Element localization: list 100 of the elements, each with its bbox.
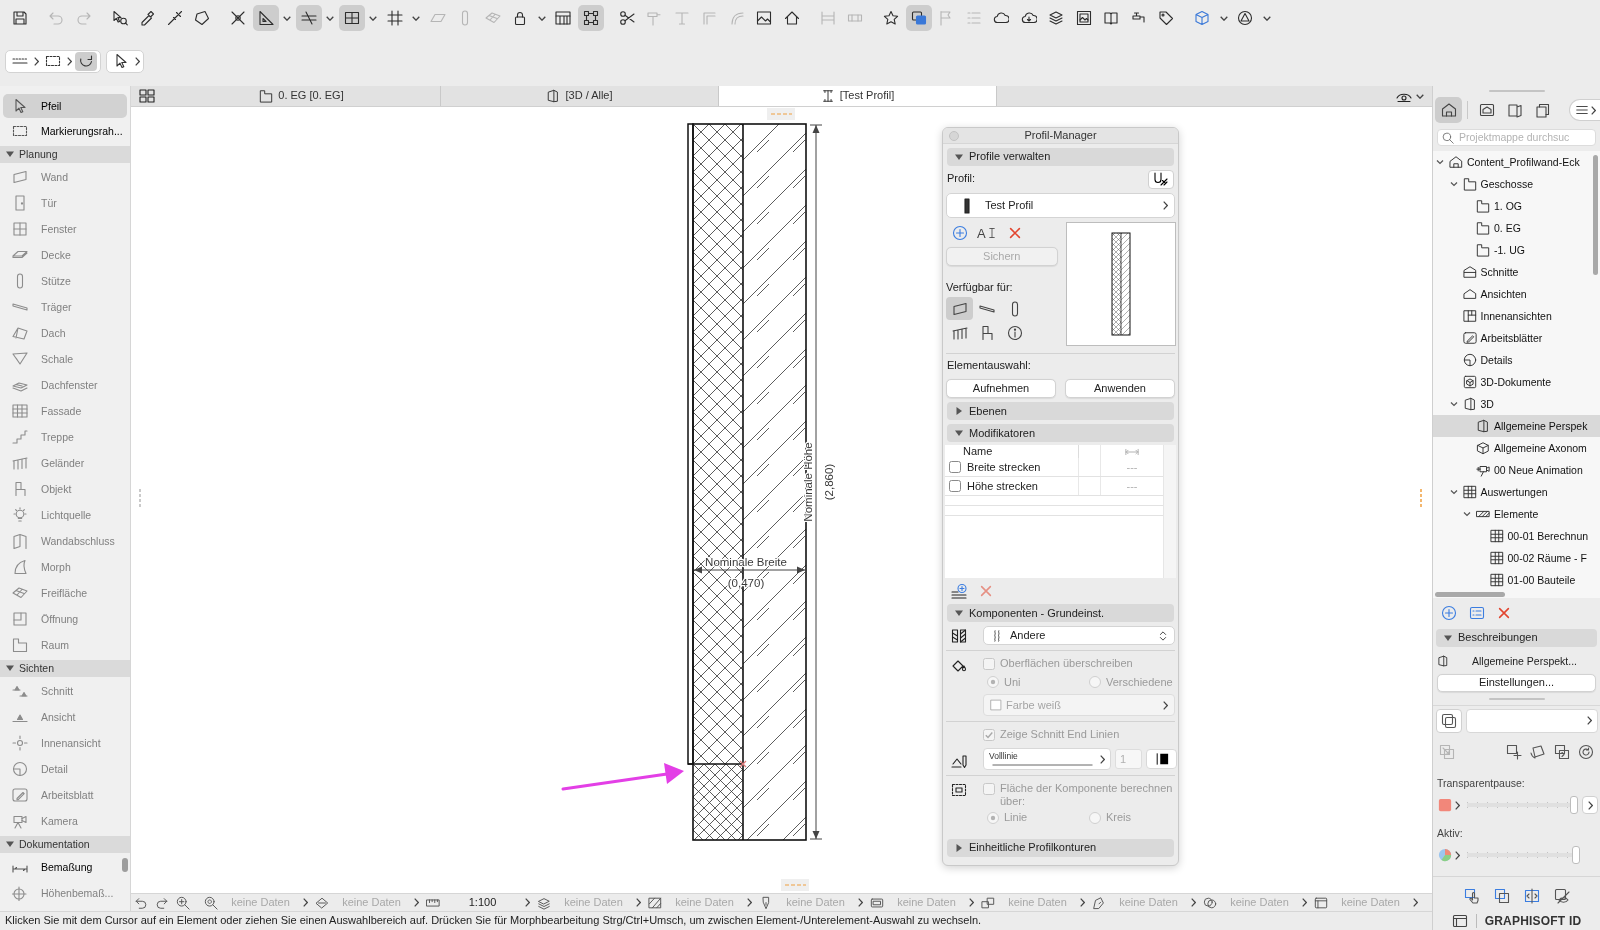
- tree-item[interactable]: Auswertungen: [1433, 481, 1600, 503]
- window-frame-icon[interactable]: [1451, 913, 1468, 929]
- triangle-down-icon[interactable]: [955, 153, 963, 161]
- pointer-magnifier-icon[interactable]: [111, 10, 128, 26]
- zoom-fit-icon[interactable]: [204, 895, 218, 910]
- caret-down-icon[interactable]: [412, 15, 420, 21]
- hand-pointer-icon[interactable]: [1463, 888, 1480, 904]
- plus-circle-icon[interactable]: [951, 225, 968, 241]
- chevron-right-icon[interactable]: [747, 898, 752, 907]
- grid-icon[interactable]: [386, 10, 403, 26]
- window-frame-icon[interactable]: [1314, 895, 1328, 910]
- tree-item[interactable]: 00-01 Berechnun: [1433, 525, 1600, 547]
- cloud-icon[interactable]: [993, 10, 1009, 26]
- zoom-in-icon[interactable]: [176, 895, 190, 910]
- tree-item[interactable]: 0. EG: [1433, 217, 1600, 239]
- chevron-right-icon[interactable]: [969, 898, 974, 907]
- redo-zoom-icon[interactable]: [155, 895, 169, 910]
- add-row-icon[interactable]: [951, 583, 967, 600]
- slider-thumb[interactable]: [1572, 846, 1580, 864]
- pick-up-button[interactable]: Aufnehmen: [946, 379, 1056, 399]
- layers-stack-icon[interactable]: [537, 895, 551, 910]
- caret-down-icon[interactable]: [1416, 93, 1424, 99]
- close-x-icon[interactable]: [1497, 606, 1511, 620]
- rename-button[interactable]: A: [976, 226, 998, 240]
- chevron-right-icon[interactable]: [858, 898, 863, 907]
- chevron-down-icon[interactable]: [1449, 488, 1458, 496]
- triangle-down-icon[interactable]: [955, 429, 963, 438]
- cube-icon[interactable]: [1194, 10, 1210, 26]
- toolbar-button[interactable]: [338, 5, 365, 31]
- lock-icon[interactable]: [512, 10, 528, 26]
- eye-slash-icon[interactable]: [1553, 888, 1570, 904]
- chevron-down-icon[interactable]: [1449, 400, 1458, 408]
- toolbar-button[interactable]: [577, 5, 604, 31]
- triangle-down-icon[interactable]: [6, 150, 14, 158]
- tree-item[interactable]: Allgemeine Axonom: [1433, 437, 1600, 459]
- tree-item[interactable]: Schnitte: [1433, 261, 1600, 283]
- triangle-down-icon[interactable]: [6, 840, 14, 848]
- tree-item[interactable]: Elemente: [1433, 503, 1600, 525]
- pen-button[interactable]: [1146, 749, 1177, 770]
- shape-pen-icon[interactable]: [1092, 895, 1106, 910]
- view-tab[interactable]: 0. EG [0. EG]: [163, 86, 441, 106]
- box-stack-icon[interactable]: [981, 895, 995, 910]
- close-x-icon[interactable]: [1007, 226, 1022, 240]
- chevron-right-icon[interactable]: [525, 898, 530, 907]
- plus-circle-icon[interactable]: [1441, 605, 1457, 621]
- resize-handle-icon[interactable]: [138, 488, 142, 510]
- section-header[interactable]: Planung: [0, 145, 130, 163]
- tree-item[interactable]: 1. OG: [1433, 195, 1600, 217]
- windows-icon[interactable]: [910, 10, 927, 26]
- chevron-down-icon[interactable]: [1436, 158, 1444, 166]
- chevron-right-icon[interactable]: [636, 898, 641, 907]
- settings-button[interactable]: Einstellungen...: [1437, 674, 1596, 692]
- section-header[interactable]: Dokumentation: [0, 835, 130, 853]
- element-type-button[interactable]: [946, 297, 973, 321]
- section-header[interactable]: Modifikatoren: [947, 424, 1174, 443]
- tree-item[interactable]: Details: [1433, 349, 1600, 371]
- circle-pair-icon[interactable]: [1203, 895, 1217, 910]
- tree-item[interactable]: 00 Neue Animation: [1433, 459, 1600, 481]
- chevron-right-icon[interactable]: [34, 56, 39, 66]
- table-box-icon[interactable]: [555, 10, 571, 26]
- tree-item[interactable]: Arbeitsblätter: [1433, 327, 1600, 349]
- layer-diamond-icon[interactable]: [315, 895, 329, 910]
- scissors-icon[interactable]: [618, 10, 635, 26]
- star-icon[interactable]: [883, 10, 899, 26]
- caret-down-icon[interactable]: [326, 15, 334, 21]
- next-button[interactable]: [1582, 796, 1598, 814]
- snap-cross-icon[interactable]: [230, 10, 246, 26]
- picture-box-icon[interactable]: [756, 10, 772, 26]
- syringe-icon[interactable]: [166, 10, 183, 26]
- section-header[interactable]: Komponenten - Grundeinst.: [947, 604, 1174, 623]
- rotate-shape-icon[interactable]: [1530, 744, 1546, 760]
- framed-picture-icon[interactable]: [1075, 10, 1092, 26]
- tool-item[interactable]: Pfeil: [3, 94, 127, 118]
- scroll-thumb[interactable]: [1435, 592, 1505, 597]
- tree-item[interactable]: -1. UG: [1433, 239, 1600, 261]
- parallel-lines-icon[interactable]: [300, 10, 317, 26]
- toolbar-button[interactable]: [252, 5, 279, 31]
- polygon-icon[interactable]: [194, 10, 210, 26]
- dash-marker-icon[interactable]: [767, 108, 795, 120]
- section-header[interactable]: Sichten: [0, 659, 130, 677]
- hatch-box-icon[interactable]: [648, 895, 662, 910]
- eyedropper-icon[interactable]: [139, 10, 155, 26]
- profile-dropdown[interactable]: Test Profil: [946, 193, 1175, 218]
- tree-item[interactable]: Allgemeine Perspek: [1433, 415, 1600, 437]
- map-tab[interactable]: [1435, 97, 1462, 123]
- caret-down-icon[interactable]: [1262, 15, 1271, 21]
- book-icon[interactable]: [1103, 10, 1119, 26]
- search-field[interactable]: Projektmappe durchsuc: [1437, 129, 1596, 146]
- chevron-right-icon[interactable]: [303, 898, 308, 907]
- triangle-down-icon[interactable]: [6, 664, 14, 672]
- floppy-icon[interactable]: [12, 10, 28, 26]
- view-tab[interactable]: [Test Profil]: [719, 86, 997, 106]
- tree-item[interactable]: Geschosse: [1433, 173, 1600, 195]
- section-header[interactable]: Einheitliche Profilkonturen: [947, 838, 1174, 857]
- house-icon[interactable]: [783, 10, 800, 26]
- slider-thumb[interactable]: [1570, 796, 1578, 814]
- tree-item[interactable]: Innenansichten: [1433, 305, 1600, 327]
- caret-down-icon[interactable]: [1219, 15, 1228, 21]
- dash-marker-icon[interactable]: [781, 879, 809, 891]
- tool-item[interactable]: Markierungsrah...: [0, 118, 130, 144]
